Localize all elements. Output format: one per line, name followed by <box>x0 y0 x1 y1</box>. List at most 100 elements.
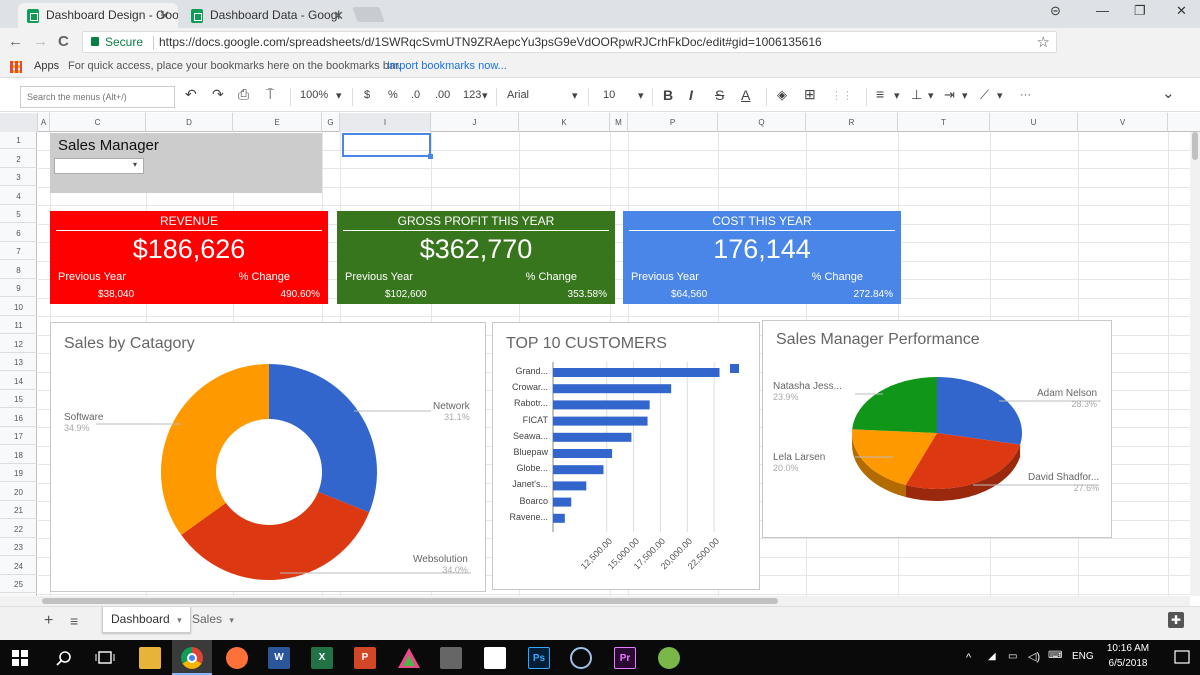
font-chevron-down-icon[interactable]: ▾ <box>572 89 578 102</box>
row-header[interactable]: 24 <box>0 558 37 575</box>
app-icon[interactable] <box>440 647 462 669</box>
column-header[interactable]: M <box>610 113 628 132</box>
apps-grid-icon[interactable] <box>10 61 22 73</box>
firefox-icon[interactable] <box>226 647 248 669</box>
column-header[interactable]: C <box>50 113 146 132</box>
text-rotation-icon[interactable]: ⟋ <box>980 87 989 103</box>
calendar-app-icon[interactable] <box>484 647 506 669</box>
pie-slice-3[interactable] <box>852 377 937 433</box>
app-icon[interactable] <box>570 647 592 669</box>
windows-start-icon[interactable] <box>12 650 28 666</box>
column-header[interactable]: R <box>806 113 898 132</box>
horizontal-align-icon[interactable]: ≡ <box>876 86 884 102</box>
column-header[interactable]: I <box>340 113 431 132</box>
row-header[interactable]: 5 <box>0 206 37 223</box>
borders-icon[interactable]: ⊞ <box>804 86 816 103</box>
chevron-down-icon[interactable]: ▾ <box>177 615 182 625</box>
profile-icon[interactable]: ⊝ <box>1050 3 1061 19</box>
row-header[interactable]: 19 <box>0 465 37 482</box>
vertical-scrollbar[interactable] <box>1190 132 1200 596</box>
language-indicator[interactable]: ENG <box>1072 651 1094 662</box>
row-header[interactable]: 12 <box>0 336 37 353</box>
bar-3[interactable] <box>553 416 648 426</box>
close-window-button[interactable]: ✕ <box>1176 3 1187 19</box>
merge-cells-icon[interactable]: ⋮⋮ <box>831 89 853 102</box>
currency-button[interactable]: $ <box>364 89 370 101</box>
fill-color-icon[interactable]: ◈ <box>777 87 787 103</box>
app-icon[interactable] <box>658 647 680 669</box>
pie-slice-0[interactable] <box>937 377 1022 445</box>
row-header[interactable]: 3 <box>0 169 37 186</box>
paint-format-icon[interactable]: ⍑ <box>266 86 274 103</box>
column-header[interactable]: D <box>146 113 233 132</box>
text-color-button[interactable]: A <box>741 87 750 103</box>
new-tab-button[interactable] <box>352 7 385 22</box>
select-all-corner[interactable] <box>0 113 38 132</box>
reload-icon[interactable]: C <box>58 33 69 50</box>
top-10-customers-chart[interactable]: TOP 10 CUSTOMERS Grand... Crowar... Rabotr… <box>492 322 760 590</box>
row-header[interactable]: 17 <box>0 428 37 445</box>
row-header[interactable]: 8 <box>0 262 37 279</box>
row-header[interactable]: 9 <box>0 280 37 297</box>
more-options-icon[interactable]: ··· <box>1020 89 1031 101</box>
bar-0[interactable] <box>553 368 720 377</box>
strikethrough-button[interactable]: S <box>715 87 724 103</box>
scrollbar-thumb[interactable] <box>1192 132 1198 160</box>
bar-7[interactable] <box>553 481 587 491</box>
font-family-select[interactable]: Arial <box>507 89 529 101</box>
text-wrap-icon[interactable]: ⇥ <box>944 87 955 103</box>
zoom-select[interactable]: 100% <box>300 89 328 101</box>
row-header[interactable]: 4 <box>0 188 37 205</box>
zoom-chevron-down-icon[interactable]: ▾ <box>336 89 342 102</box>
bookmark-star-icon[interactable]: ☆ <box>1037 33 1050 51</box>
font-size-chevron-down-icon[interactable]: ▾ <box>638 89 644 102</box>
explore-icon[interactable]: ✚ <box>1168 612 1184 628</box>
column-header[interactable]: T <box>898 113 990 132</box>
bar-4[interactable] <box>553 432 632 442</box>
row-header[interactable]: 11 <box>0 317 37 334</box>
align-chevron-down-icon[interactable]: ▾ <box>894 89 900 102</box>
word-icon[interactable]: W <box>268 647 290 669</box>
scrollbar-thumb[interactable] <box>42 598 778 604</box>
row-header[interactable]: 7 <box>0 243 37 260</box>
powerpoint-icon[interactable]: P <box>354 647 376 669</box>
photoshop-icon[interactable]: Ps <box>528 647 550 669</box>
horizontal-scrollbar[interactable] <box>0 596 1190 606</box>
notifications-icon[interactable] <box>1174 650 1190 666</box>
donut-slice-2[interactable] <box>161 364 269 535</box>
more-formats-button[interactable]: 123 <box>463 89 481 101</box>
restore-button[interactable]: ❐ <box>1134 3 1146 19</box>
selected-cell-cursor[interactable] <box>342 133 433 159</box>
column-header[interactable]: V <box>1078 113 1168 132</box>
print-icon[interactable]: ⎙ <box>238 86 249 103</box>
row-header[interactable]: 6 <box>0 225 37 242</box>
close-tab-icon[interactable]: ✕ <box>159 3 170 28</box>
bold-button[interactable]: B <box>663 87 673 103</box>
task-view-icon[interactable] <box>95 651 115 665</box>
omnibox[interactable]: Secure https://docs.google.com/spreadshe… <box>82 31 1057 53</box>
bar-9[interactable] <box>553 513 565 523</box>
wrap-chevron-down-icon[interactable]: ▾ <box>962 89 968 102</box>
bar-8[interactable] <box>553 497 572 507</box>
menu-search-input[interactable] <box>20 86 175 108</box>
sheet-tab-dashboard[interactable]: Dashboard ▾ <box>102 607 191 633</box>
column-header[interactable]: P <box>628 113 718 132</box>
collapse-menu-chevron-icon[interactable]: ⌄ <box>1162 84 1175 102</box>
chevron-down-icon[interactable]: ▾ <box>229 615 234 625</box>
row-header[interactable]: 23 <box>0 539 37 556</box>
close-tab-icon[interactable]: ✕ <box>333 3 344 28</box>
excel-icon[interactable]: X <box>311 647 333 669</box>
url-text[interactable]: https://docs.google.com/spreadsheets/d/1… <box>159 35 822 49</box>
import-bookmarks-link[interactable]: Import bookmarks now... <box>387 60 507 72</box>
vertical-align-icon[interactable]: ⊥ <box>911 87 922 103</box>
tray-expand-icon[interactable]: ^ <box>966 652 971 664</box>
premiere-icon[interactable]: Pr <box>614 647 636 669</box>
browser-tab-dashboard-design[interactable]: Dashboard Design - Goo ✕ <box>18 3 178 28</box>
column-header[interactable]: Q <box>718 113 806 132</box>
sales-manager-dropdown[interactable]: ▾ <box>54 158 144 174</box>
file-explorer-icon[interactable] <box>139 647 161 669</box>
browser-tab-dashboard-data[interactable]: Dashboard Data - Googl ✕ <box>182 3 352 28</box>
column-header[interactable]: K <box>519 113 610 132</box>
row-header[interactable]: 25 <box>0 576 37 593</box>
back-icon[interactable]: ← <box>8 33 23 50</box>
